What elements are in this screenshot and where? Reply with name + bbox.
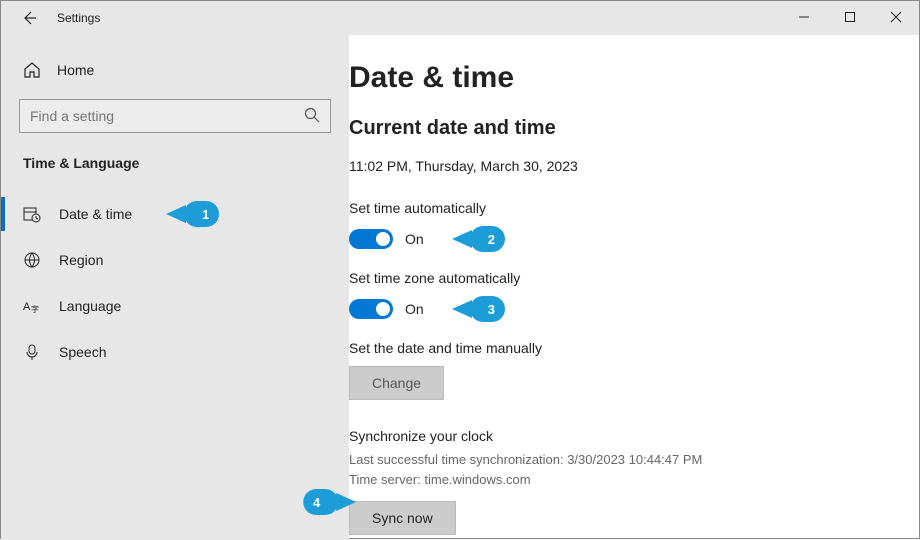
arrow-left-icon — [21, 10, 37, 26]
search-icon — [303, 106, 321, 124]
current-datetime: 11:02 PM, Thursday, March 30, 2023 — [349, 158, 899, 174]
main-content: Date & time Current date and time 11:02 … — [349, 35, 919, 540]
set-tz-auto-label: Set time zone automatically — [349, 270, 899, 286]
close-icon — [890, 11, 902, 23]
maximize-icon — [844, 11, 856, 23]
microphone-icon — [23, 343, 41, 361]
svg-text:字: 字 — [31, 304, 39, 314]
maximize-button[interactable] — [827, 1, 873, 33]
svg-text:A: A — [23, 301, 31, 313]
category-heading: Time & Language — [1, 155, 349, 191]
callout-1: 1 — [184, 201, 219, 227]
set-tz-auto-toggle[interactable] — [349, 299, 393, 319]
section-title: Current date and time — [349, 117, 899, 140]
set-time-auto-toggle[interactable] — [349, 229, 393, 249]
sidebar-item-language[interactable]: A字 Language — [1, 283, 349, 329]
home-label: Home — [57, 62, 94, 78]
sidebar-item-region[interactable]: Region — [1, 237, 349, 283]
home-icon — [23, 61, 41, 79]
calendar-clock-icon — [23, 205, 41, 223]
set-time-auto-state: On — [405, 231, 424, 247]
sync-server: Time server: time.windows.com — [349, 470, 899, 490]
search-input[interactable] — [19, 99, 331, 133]
manual-label: Set the date and time manually — [349, 340, 899, 356]
language-icon: A字 — [23, 297, 41, 315]
sidebar-item-date-time[interactable]: Date & time 1 — [1, 191, 349, 237]
sidebar-item-label: Language — [59, 298, 121, 314]
sync-now-button[interactable]: Sync now — [349, 501, 456, 535]
page-title: Date & time — [349, 61, 899, 95]
sidebar: Home Time & Language Date & time 1 Regio… — [1, 35, 349, 540]
window-controls — [781, 1, 919, 33]
sync-heading: Synchronize your clock — [349, 428, 899, 444]
sidebar-item-label: Region — [59, 252, 103, 268]
sync-last: Last successful time synchronization: 3/… — [349, 450, 899, 470]
globe-icon — [23, 251, 41, 269]
close-button[interactable] — [873, 1, 919, 33]
window-title: Settings — [57, 11, 100, 25]
callout-4: 4 — [303, 489, 338, 515]
sidebar-item-label: Date & time — [59, 206, 132, 222]
change-button: Change — [349, 366, 444, 400]
callout-3: 3 — [470, 296, 505, 322]
set-tz-auto-state: On — [405, 301, 424, 317]
home-link[interactable]: Home — [1, 61, 349, 99]
callout-2: 2 — [470, 226, 505, 252]
minimize-button[interactable] — [781, 1, 827, 33]
sidebar-item-label: Speech — [59, 344, 106, 360]
minimize-icon — [798, 11, 810, 23]
set-time-auto-label: Set time automatically — [349, 200, 899, 216]
back-button[interactable] — [15, 4, 43, 32]
sidebar-item-speech[interactable]: Speech — [1, 329, 349, 375]
